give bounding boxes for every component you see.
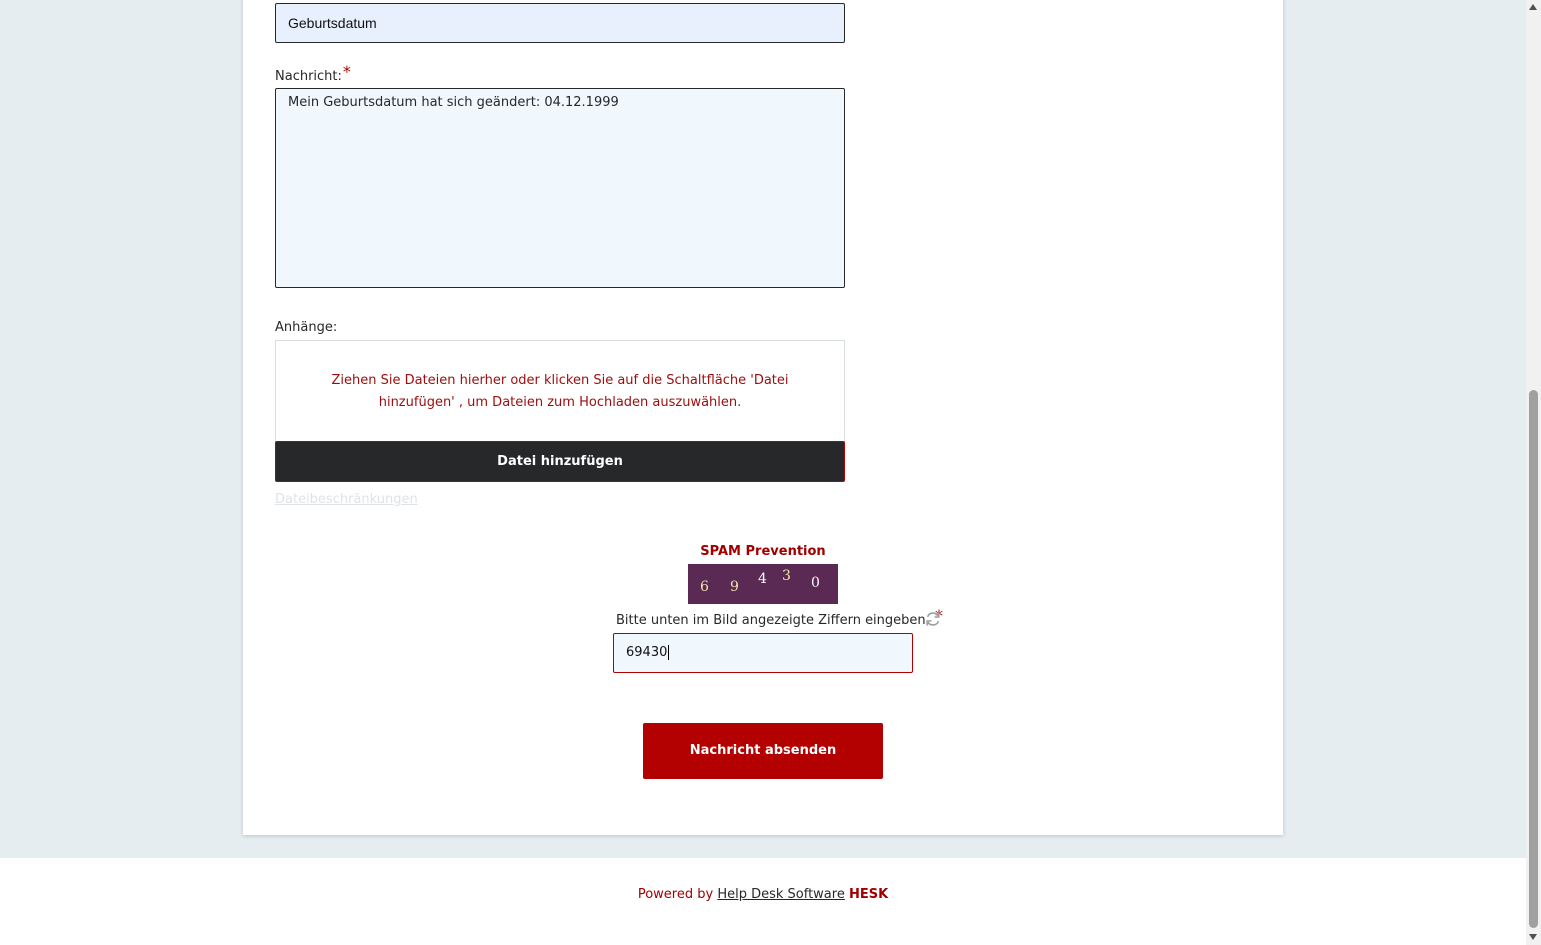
captcha-digit: 3 bbox=[782, 568, 791, 584]
message-label: Nachricht:* bbox=[275, 62, 351, 84]
submit-button[interactable]: Nachricht absenden bbox=[643, 723, 883, 779]
required-mark: * bbox=[342, 62, 351, 81]
message-textarea[interactable]: Mein Geburtsdatum hat sich geändert: 04.… bbox=[275, 88, 845, 288]
captcha-image: 6 9 4 3 0 bbox=[688, 564, 838, 604]
footer-text: Powered by Help Desk Software HESK bbox=[0, 887, 1526, 902]
captcha-digit: 9 bbox=[730, 579, 739, 595]
message-label-text: Nachricht: bbox=[275, 69, 342, 84]
scroll-down-arrow-icon[interactable] bbox=[1529, 934, 1537, 940]
refresh-icon[interactable] bbox=[924, 610, 942, 628]
footer-help-desk-link[interactable]: Help Desk Software bbox=[717, 887, 845, 902]
text-caret bbox=[668, 645, 670, 660]
captcha-input-value: 69430 bbox=[626, 645, 668, 660]
captcha-instruction: Bitte unten im Bild angezeigte Ziffern e… bbox=[616, 606, 943, 628]
subject-input[interactable]: Geburtsdatum bbox=[275, 3, 845, 43]
captcha-instruction-text: Bitte unten im Bild angezeigte Ziffern e… bbox=[616, 613, 930, 628]
scroll-thumb[interactable] bbox=[1529, 390, 1538, 928]
captcha-digit: 0 bbox=[811, 575, 820, 591]
captcha-digit: 4 bbox=[758, 571, 767, 587]
file-restrictions-link[interactable]: Dateibeschränkungen bbox=[275, 492, 418, 507]
attachments-label: Anhänge: bbox=[275, 320, 338, 335]
footer-powered-by: Powered by bbox=[637, 887, 714, 902]
spam-prevention-title: SPAM Prevention bbox=[700, 544, 826, 559]
captcha-digit: 6 bbox=[700, 579, 709, 595]
captcha-input[interactable]: 69430 bbox=[613, 633, 913, 673]
add-file-button[interactable]: Datei hinzufügen bbox=[275, 441, 845, 482]
footer-brand: HESK bbox=[848, 887, 889, 902]
dropzone-text: Ziehen Sie Dateien hierher oder klicken … bbox=[331, 373, 789, 410]
scroll-up-arrow-icon[interactable] bbox=[1529, 4, 1537, 10]
file-dropzone[interactable]: Ziehen Sie Dateien hierher oder klicken … bbox=[275, 340, 845, 442]
vertical-scrollbar[interactable] bbox=[1526, 0, 1541, 945]
